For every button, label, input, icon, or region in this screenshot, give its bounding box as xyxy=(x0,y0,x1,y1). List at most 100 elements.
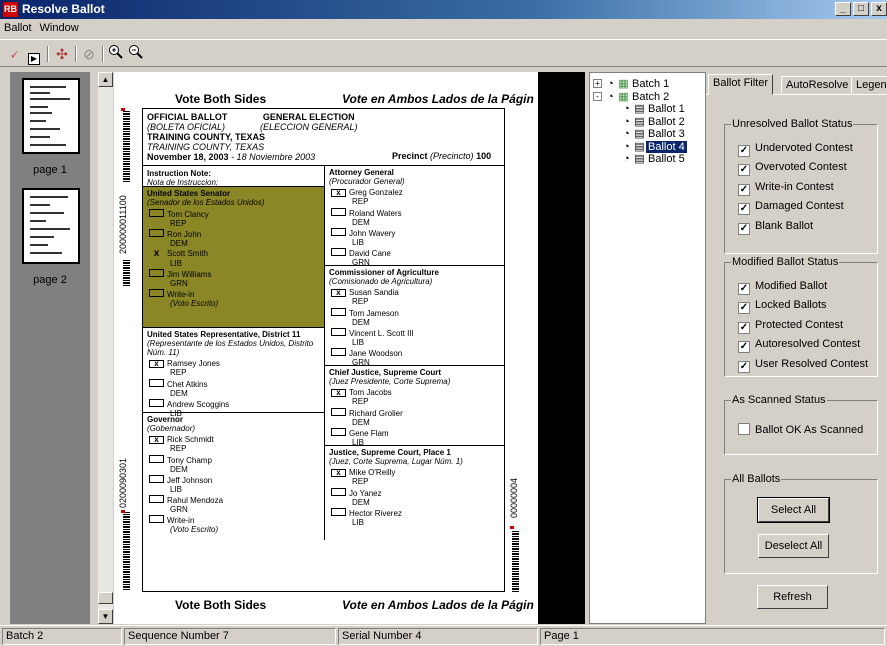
tree-item-label[interactable]: Ballot 4 xyxy=(646,140,687,153)
vote-oval[interactable] xyxy=(331,248,346,256)
candidate-option[interactable]: Write-in (Voto Escrito) xyxy=(149,515,218,534)
vote-oval[interactable] xyxy=(331,208,346,216)
checkbox-write-in-contest[interactable]: ✓ Write-in Contest xyxy=(738,181,834,196)
menu-ballot[interactable]: Ballot xyxy=(0,19,36,37)
vote-oval[interactable] xyxy=(149,455,164,463)
viewer-scrollbar[interactable]: ▲ ▼ xyxy=(98,72,113,624)
zoom-in-icon[interactable] xyxy=(106,44,126,64)
vote-oval[interactable] xyxy=(149,399,164,407)
close-button[interactable]: x xyxy=(871,2,887,16)
deselect-all-button[interactable]: Deselect All xyxy=(758,534,829,558)
candidate-option[interactable]: Vincent L. Scott III LIB xyxy=(331,328,414,347)
checkbox-ballot-ok-as-scanned[interactable]: Ballot OK As Scanned xyxy=(738,423,863,437)
vote-oval[interactable]: x xyxy=(149,360,164,368)
checkbox-overvoted-contest[interactable]: ✓ Overvoted Contest xyxy=(738,161,847,177)
vote-oval[interactable] xyxy=(149,289,164,297)
vote-oval[interactable] xyxy=(331,228,346,236)
checkbox-box[interactable]: ✓ xyxy=(738,283,750,295)
scroll-thumb[interactable] xyxy=(98,592,113,604)
tree-expander[interactable]: + xyxy=(593,79,602,88)
tree-item-label[interactable]: Batch 2 xyxy=(630,91,671,103)
tree-ballot[interactable]: ◔ ▤ Ballot 5 xyxy=(620,153,687,166)
menu-window[interactable]: Window xyxy=(36,19,83,37)
vote-oval[interactable] xyxy=(149,269,164,277)
thumbnail-page-2[interactable] xyxy=(22,188,80,264)
minimize-button[interactable]: _ xyxy=(835,2,851,16)
candidate-option[interactable]: x Mike O'Reilly REP xyxy=(331,468,395,486)
tree-ballot[interactable]: ◔ ▤ Ballot 3 xyxy=(620,128,687,141)
vote-oval[interactable] xyxy=(331,328,346,336)
candidate-option[interactable]: x Greg Gonzalez REP xyxy=(331,188,403,206)
candidate-option[interactable]: Roland Waters DEM xyxy=(331,208,402,227)
checkbox-box[interactable]: ✓ xyxy=(738,145,750,157)
batch-icon[interactable]: ✣ xyxy=(52,44,72,64)
vote-oval[interactable]: x xyxy=(331,469,346,477)
candidate-option[interactable]: x Susan Sandia REP xyxy=(331,288,399,306)
resolve-icon[interactable]: 🗸 xyxy=(4,44,24,64)
vote-oval[interactable] xyxy=(331,508,346,516)
checkbox-user-resolved-contest[interactable]: ✓ User Resolved Contest xyxy=(738,358,868,373)
tree-item-label[interactable]: Batch 1 xyxy=(630,78,671,90)
vote-oval[interactable] xyxy=(149,515,164,523)
checkbox-box[interactable]: ✓ xyxy=(738,183,750,196)
tree-item-label[interactable]: Ballot 5 xyxy=(646,153,687,165)
play-icon[interactable]: ▶ xyxy=(24,44,44,65)
vote-oval[interactable] xyxy=(331,408,346,416)
checkbox-damaged-contest[interactable]: ✓ Damaged Contest xyxy=(738,200,844,216)
scroll-up-button[interactable]: ▲ xyxy=(98,72,113,87)
checkbox-box[interactable]: ✓ xyxy=(738,222,750,235)
vote-oval[interactable] xyxy=(331,308,346,316)
checkbox-autoresolved-contest[interactable]: ✓ Autoresolved Contest xyxy=(738,338,860,354)
checkbox-blank-ballot[interactable]: ✓ Blank Ballot xyxy=(738,220,813,235)
candidate-option[interactable]: Tony Champ DEM xyxy=(149,455,212,474)
candidate-option[interactable]: Jo Yanez DEM xyxy=(331,488,382,507)
scroll-down-button[interactable]: ▼ xyxy=(98,609,113,624)
vote-oval[interactable] xyxy=(331,488,346,496)
checkbox-box[interactable]: ✓ xyxy=(738,321,750,334)
candidate-option[interactable]: x Rick Schmidt REP xyxy=(149,435,214,453)
candidate-option[interactable]: Tom Clancy REP xyxy=(149,209,209,228)
vote-oval[interactable] xyxy=(149,475,164,483)
candidate-option[interactable]: John Wavery LIB xyxy=(331,228,395,247)
cancel-icon[interactable]: ⊘ xyxy=(79,44,99,64)
checkbox-box[interactable]: ✓ xyxy=(738,203,750,216)
ballot-image[interactable]: Vote Both Sides Vote en Ambos Lados de l… xyxy=(114,72,538,624)
candidate-option[interactable]: x Scott Smith LIB xyxy=(149,249,208,269)
vote-oval[interactable] xyxy=(149,379,164,387)
vote-oval[interactable]: x xyxy=(331,289,346,297)
refresh-button[interactable]: Refresh xyxy=(757,585,828,609)
checkbox-protected-contest[interactable]: ✓ Protected Contest xyxy=(738,319,843,334)
checkbox-locked-ballots[interactable]: ✓ Locked Ballots xyxy=(738,299,827,315)
tab-autoresolve[interactable]: AutoResolve xyxy=(781,76,854,94)
vote-oval[interactable] xyxy=(149,495,164,503)
tree-batch[interactable]: + ◔ ▦ Batch 1 xyxy=(593,78,671,91)
checkbox-box[interactable]: ✓ xyxy=(738,341,750,354)
candidate-option[interactable]: Chet Atkins DEM xyxy=(149,379,207,398)
candidate-option[interactable]: Richard Grolier DEM xyxy=(331,408,403,427)
checkbox-undervoted-contest[interactable]: ✓ Undervoted Contest xyxy=(738,142,853,157)
zoom-out-icon[interactable] xyxy=(126,44,146,64)
maximize-button[interactable]: □ xyxy=(853,2,869,16)
vote-oval[interactable] xyxy=(331,348,346,356)
vote-oval[interactable] xyxy=(149,209,164,217)
checkbox-box[interactable] xyxy=(738,423,750,435)
tree-expander[interactable]: - xyxy=(593,91,602,101)
candidate-option[interactable]: Jeff Johnson LIB xyxy=(149,475,212,494)
tab-ballot-filter[interactable]: Ballot Filter xyxy=(708,74,774,95)
candidate-option[interactable]: Tom Jameson DEM xyxy=(331,308,399,327)
checkbox-box[interactable]: ✓ xyxy=(738,164,750,177)
tree-ballot[interactable]: ◔ ▤ Ballot 1 xyxy=(620,103,687,116)
vote-oval[interactable] xyxy=(149,229,164,237)
candidate-option[interactable]: x Ramsey Jones REP xyxy=(149,359,220,377)
candidate-option[interactable]: Hector Riverez LIB xyxy=(331,508,402,527)
tree-item-label[interactable]: Ballot 3 xyxy=(646,128,687,140)
tree-item-label[interactable]: Ballot 2 xyxy=(646,116,687,128)
vote-oval[interactable]: x xyxy=(149,436,164,444)
tab-legend[interactable]: Legend xyxy=(851,76,887,94)
checkbox-modified-ballot[interactable]: ✓ Modified Ballot xyxy=(738,280,827,295)
candidate-option[interactable]: Rahul Mendoza GRN xyxy=(149,495,223,514)
vote-oval[interactable]: x xyxy=(149,249,164,259)
checkbox-box[interactable]: ✓ xyxy=(738,302,750,315)
checkbox-box[interactable]: ✓ xyxy=(738,360,750,373)
candidate-option[interactable]: Ron John DEM xyxy=(149,229,201,248)
